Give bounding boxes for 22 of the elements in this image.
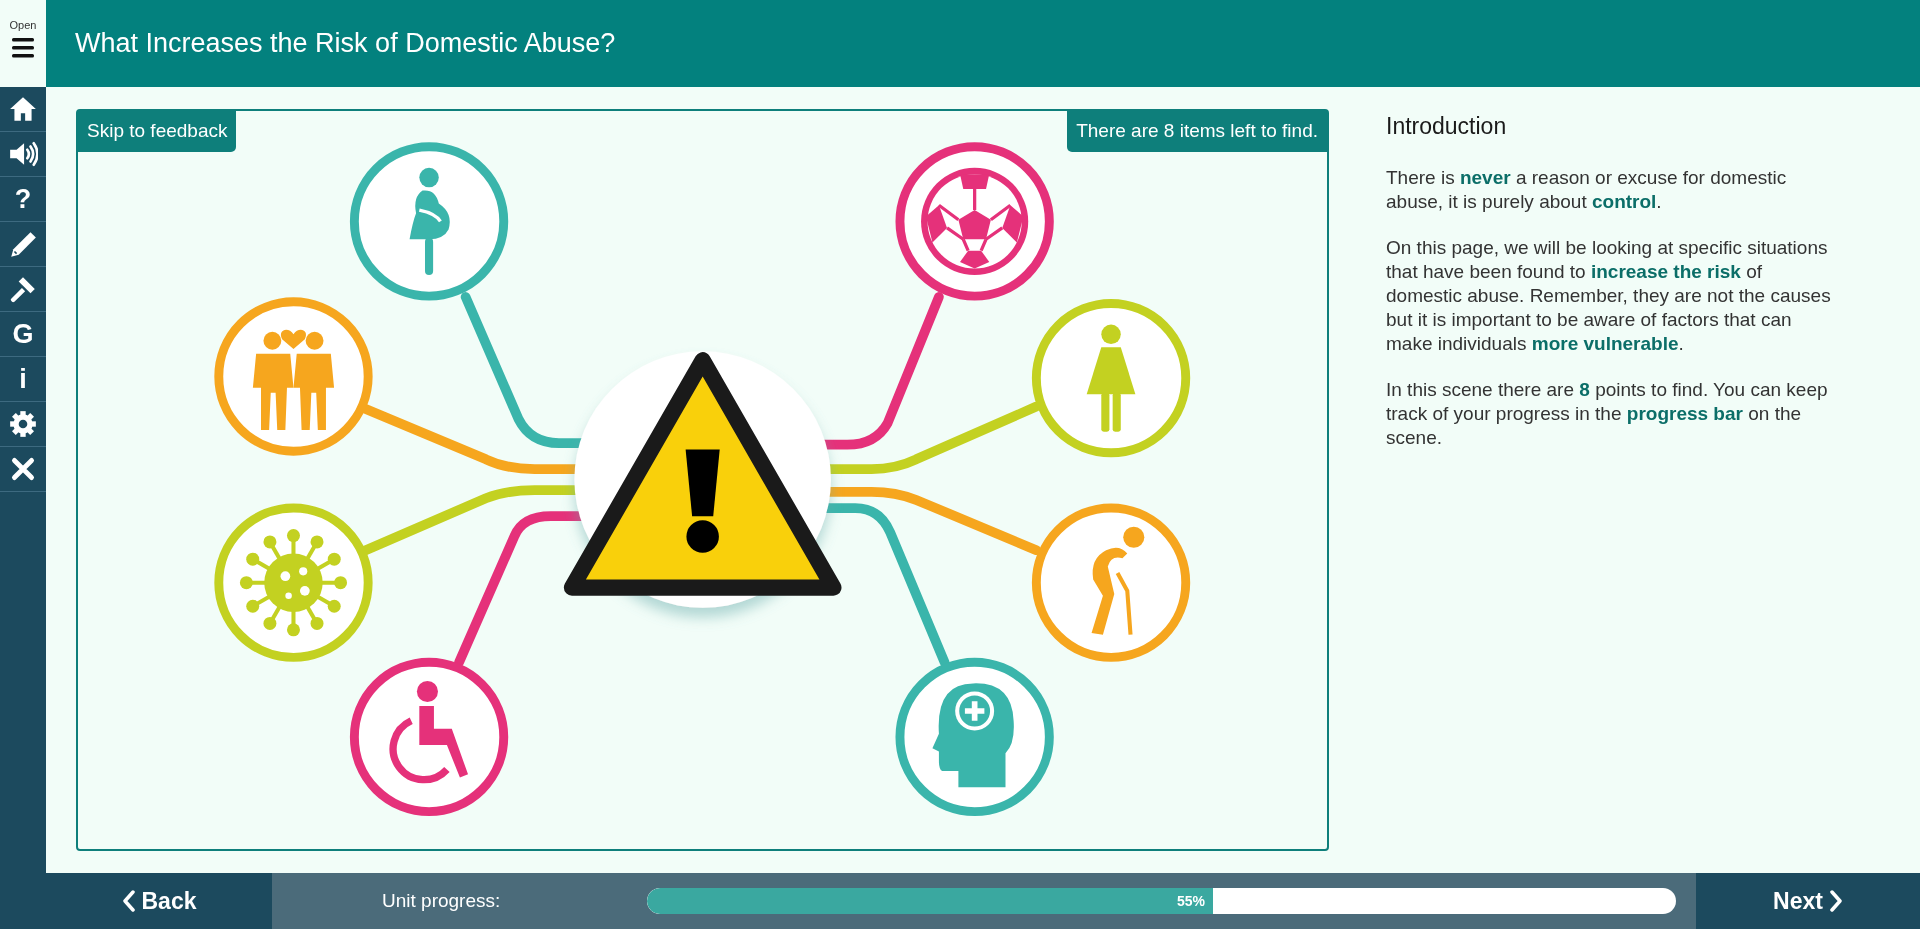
chevron-right-icon [1828,890,1843,912]
sidebar-button[interactable]: i [0,357,46,402]
warning-sign-icon [563,351,842,608]
progress-percentage: 55% [1176,891,1205,911]
intro-paragraph: On this page, we will be looking at specific situations that have been found to increase the risk of domestic abuse. Remember, they are not the causes but it is important to be aware of factors that can make individuals more vulnerable. [1386,235,1832,356]
page-title: What Increases the Risk of Domestic Abuse? [75,27,616,61]
items-left-counter: There are 8 items left to find. [1067,111,1327,152]
next-button[interactable]: Next [1696,873,1920,929]
sidebar-button[interactable]: G [0,312,46,357]
intro-paragraph: In this scene there are 8 points to find. You can keep track of your progress in the progress bar on the scene. [1386,377,1829,450]
progress-label: Unit progress: [382,888,502,913]
chevron-left-icon [121,890,136,912]
section-heading: Introduction [1386,112,1508,141]
football-icon[interactable] [895,142,1054,301]
skip-to-feedback-button[interactable]: Skip to feedback [78,111,237,152]
intro-paragraph: There is never a reason or excuse for domestic abuse, it is purely about control. [1386,165,1788,214]
pregnant-woman-icon[interactable] [349,142,509,301]
sidebar-button[interactable]: ? [0,177,46,222]
wheelchair-icon[interactable] [349,657,509,817]
hamburger-icon [11,36,35,60]
mental-health-icon[interactable] [895,657,1054,817]
back-button[interactable]: Back [46,873,272,929]
